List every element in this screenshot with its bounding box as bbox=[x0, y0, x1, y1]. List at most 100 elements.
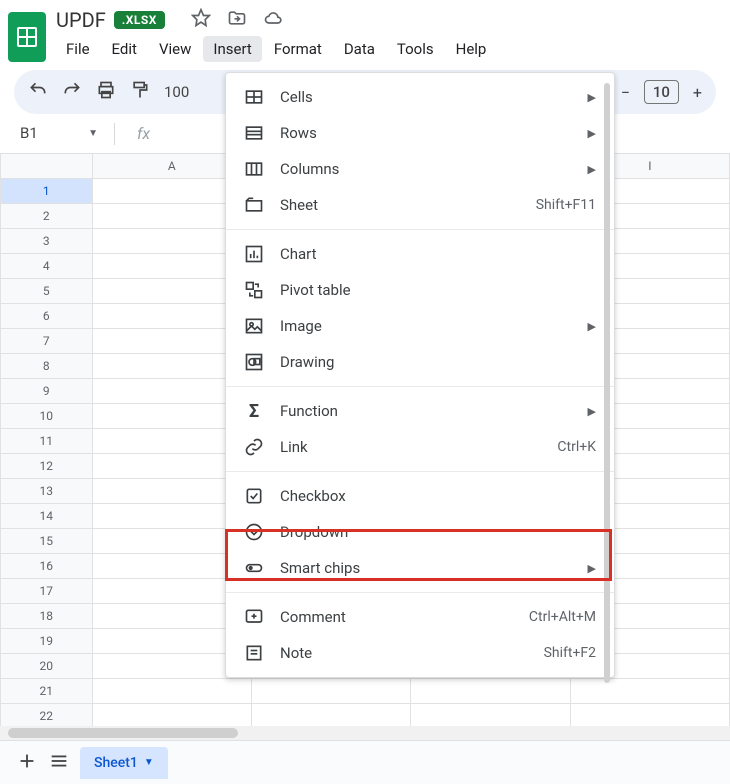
row-header-5[interactable]: 5 bbox=[1, 279, 93, 304]
row-header-22[interactable]: 22 bbox=[1, 704, 93, 729]
submenu-arrow-icon: ▶ bbox=[588, 127, 596, 140]
all-sheets-button[interactable] bbox=[48, 750, 70, 776]
row-header-16[interactable]: 16 bbox=[1, 554, 93, 579]
menu-item-label: Image bbox=[280, 317, 572, 335]
row-header-3[interactable]: 3 bbox=[1, 229, 93, 254]
sheets-app-icon[interactable] bbox=[8, 12, 46, 62]
menu-data[interactable]: Data bbox=[334, 36, 385, 62]
insert-comment[interactable]: Comment Ctrl+Alt+M bbox=[226, 599, 614, 635]
row-header-7[interactable]: 7 bbox=[1, 329, 93, 354]
row-header-12[interactable]: 12 bbox=[1, 454, 93, 479]
insert-function[interactable]: Σ Function ▶ bbox=[226, 393, 614, 429]
insert-chart[interactable]: Chart bbox=[226, 236, 614, 272]
menu-item-label: Dropdown bbox=[280, 523, 596, 541]
row-header-13[interactable]: 13 bbox=[1, 479, 93, 504]
pivot-table-icon bbox=[244, 280, 264, 300]
cell[interactable] bbox=[570, 704, 729, 729]
menu-tools[interactable]: Tools bbox=[387, 36, 444, 62]
cell[interactable] bbox=[92, 704, 251, 729]
insert-image[interactable]: Image ▶ bbox=[226, 308, 614, 344]
insert-dropdown[interactable]: Dropdown bbox=[226, 514, 614, 550]
menu-insert[interactable]: Insert bbox=[203, 36, 261, 62]
scrollbar-thumb[interactable] bbox=[8, 728, 238, 738]
menu-divider bbox=[226, 592, 614, 593]
insert-sheet[interactable]: Sheet Shift+F11 bbox=[226, 187, 614, 223]
chevron-down-icon: ▼ bbox=[144, 757, 154, 768]
row-header-1[interactable]: 1 bbox=[1, 179, 93, 204]
menu-scrollbar[interactable] bbox=[604, 83, 610, 683]
menu-view[interactable]: View bbox=[149, 36, 201, 62]
row-header-10[interactable]: 10 bbox=[1, 404, 93, 429]
row-header-11[interactable]: 11 bbox=[1, 429, 93, 454]
row-header-9[interactable]: 9 bbox=[1, 379, 93, 404]
submenu-arrow-icon: ▶ bbox=[588, 163, 596, 176]
zoom-in-button[interactable]: + bbox=[693, 83, 702, 102]
insert-cells[interactable]: Cells ▶ bbox=[226, 79, 614, 115]
submenu-arrow-icon: ▶ bbox=[588, 562, 596, 575]
menu-item-shortcut: Ctrl+Alt+M bbox=[529, 609, 596, 625]
row-header-8[interactable]: 8 bbox=[1, 354, 93, 379]
row-header-15[interactable]: 15 bbox=[1, 529, 93, 554]
sheet-tab-sheet1[interactable]: Sheet1 ▼ bbox=[80, 747, 168, 779]
row-header-17[interactable]: 17 bbox=[1, 579, 93, 604]
divider bbox=[114, 123, 115, 145]
insert-columns[interactable]: Columns ▶ bbox=[226, 151, 614, 187]
sheet-tabs-bar: Sheet1 ▼ bbox=[0, 740, 730, 784]
formula-bar-fx-label: fx bbox=[125, 124, 150, 143]
document-title[interactable]: UPDF bbox=[56, 8, 106, 32]
row-header-21[interactable]: 21 bbox=[1, 679, 93, 704]
menu-item-label: Function bbox=[280, 402, 572, 420]
zoom-input[interactable]: 10 bbox=[644, 80, 679, 104]
horizontal-scrollbar[interactable] bbox=[0, 726, 730, 740]
chevron-down-icon: ▼ bbox=[88, 128, 98, 139]
menu-item-shortcut: Shift+F11 bbox=[536, 197, 596, 213]
menu-item-label: Drawing bbox=[280, 353, 596, 371]
dropdown-icon bbox=[244, 522, 264, 542]
submenu-arrow-icon: ▶ bbox=[588, 320, 596, 333]
menu-item-label: Cells bbox=[280, 88, 572, 106]
row-header-4[interactable]: 4 bbox=[1, 254, 93, 279]
insert-link[interactable]: Link Ctrl+K bbox=[226, 429, 614, 465]
row-header-19[interactable]: 19 bbox=[1, 629, 93, 654]
zoom-value-truncated[interactable]: 100 bbox=[164, 83, 189, 101]
move-icon[interactable] bbox=[227, 8, 247, 32]
add-sheet-button[interactable] bbox=[16, 750, 38, 776]
row-header-18[interactable]: 18 bbox=[1, 604, 93, 629]
name-box[interactable]: B1 ▼ bbox=[14, 122, 104, 145]
checkbox-icon bbox=[244, 486, 264, 506]
row-header-2[interactable]: 2 bbox=[1, 204, 93, 229]
paint-format-button[interactable] bbox=[130, 80, 150, 104]
redo-button[interactable] bbox=[62, 80, 82, 104]
undo-button[interactable] bbox=[28, 80, 48, 104]
insert-checkbox[interactable]: Checkbox bbox=[226, 478, 614, 514]
zoom-out-button[interactable]: − bbox=[621, 83, 630, 102]
cell[interactable] bbox=[411, 679, 570, 704]
menu-file[interactable]: File bbox=[56, 36, 100, 62]
menubar: File Edit View Insert Format Data Tools … bbox=[56, 32, 496, 62]
insert-rows[interactable]: Rows ▶ bbox=[226, 115, 614, 151]
columns-icon bbox=[244, 159, 264, 179]
menu-help[interactable]: Help bbox=[446, 36, 497, 62]
cell[interactable] bbox=[251, 679, 410, 704]
cloud-status-icon[interactable] bbox=[263, 8, 283, 32]
rows-icon bbox=[244, 123, 264, 143]
insert-drawing[interactable]: Drawing bbox=[226, 344, 614, 380]
menu-item-label: Note bbox=[280, 644, 528, 662]
submenu-arrow-icon: ▶ bbox=[588, 405, 596, 418]
insert-smart-chips[interactable]: Smart chips ▶ bbox=[226, 550, 614, 586]
row-header-20[interactable]: 20 bbox=[1, 654, 93, 679]
row-header-14[interactable]: 14 bbox=[1, 504, 93, 529]
menu-item-label: Sheet bbox=[280, 196, 520, 214]
cell[interactable] bbox=[411, 704, 570, 729]
cell[interactable] bbox=[92, 679, 251, 704]
star-icon[interactable] bbox=[191, 8, 211, 32]
cell[interactable] bbox=[570, 679, 729, 704]
row-header-6[interactable]: 6 bbox=[1, 304, 93, 329]
menu-edit[interactable]: Edit bbox=[102, 36, 147, 62]
insert-pivot-table[interactable]: Pivot table bbox=[226, 272, 614, 308]
insert-note[interactable]: Note Shift+F2 bbox=[226, 635, 614, 671]
link-icon bbox=[244, 437, 264, 457]
print-button[interactable] bbox=[96, 80, 116, 104]
menu-format[interactable]: Format bbox=[264, 36, 332, 62]
cell[interactable] bbox=[251, 704, 410, 729]
